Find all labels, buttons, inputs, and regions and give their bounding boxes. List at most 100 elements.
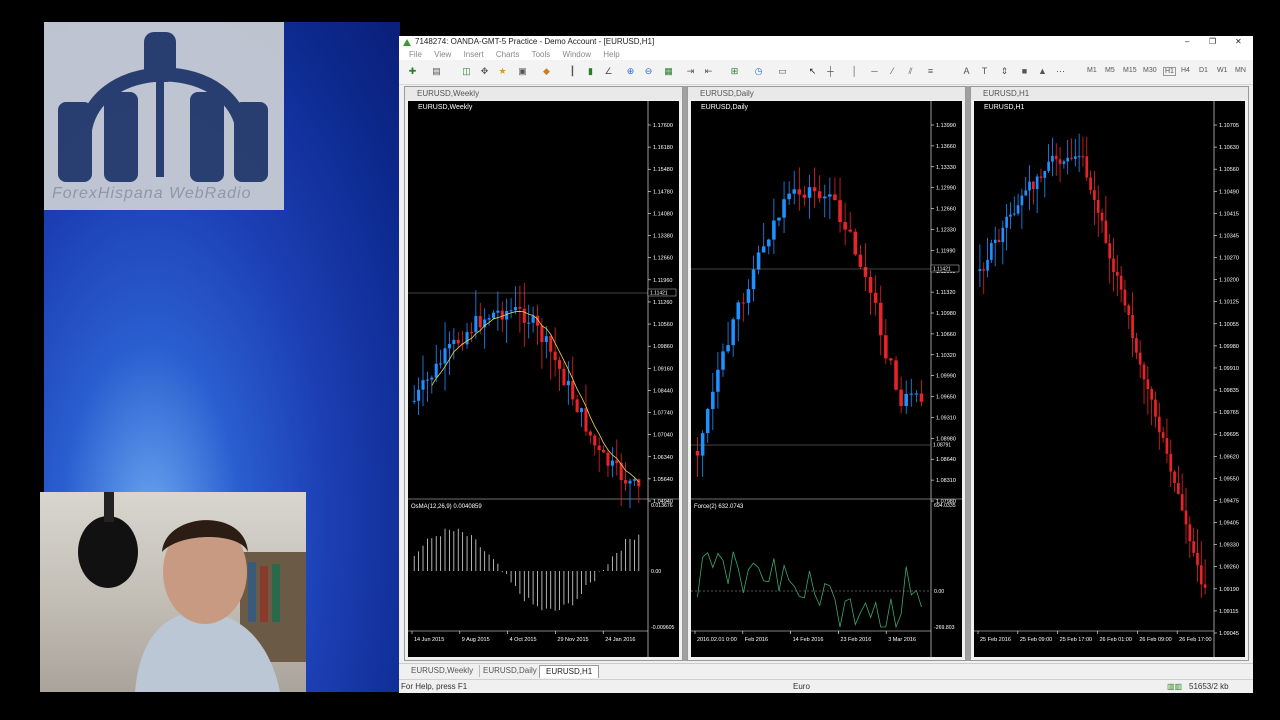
- close-icon[interactable]: ✕: [1235, 37, 1242, 46]
- chart-canvas-weekly[interactable]: EURUSD,Weekly 1.17600 1.16180 1.15480 1.1478…: [408, 101, 679, 657]
- candle-body: [474, 316, 478, 333]
- minimize-icon[interactable]: ‒: [1185, 37, 1189, 46]
- menu-charts[interactable]: Charts: [496, 50, 520, 59]
- timeframe-mn[interactable]: MN: [1235, 67, 1246, 74]
- new-chart-icon[interactable]: ✚: [407, 66, 418, 77]
- headphones-logo: [44, 22, 284, 210]
- candle-body: [848, 229, 852, 232]
- candle-body: [1199, 565, 1203, 585]
- chart-window-daily[interactable]: EURUSD,Daily EURUSD,Daily 1.13990 1.13660 1…: [687, 86, 966, 661]
- candle-body: [982, 269, 986, 271]
- tab-eurusd-weekly[interactable]: EURUSD,Weekly: [405, 665, 481, 677]
- timeframe-m15[interactable]: M15: [1123, 67, 1137, 74]
- tile-windows-icon[interactable]: ▦: [663, 66, 674, 77]
- menu-window[interactable]: Window: [563, 50, 591, 59]
- crosshair-icon[interactable]: ┼: [825, 66, 836, 77]
- channel-icon[interactable]: ⫽: [905, 66, 916, 77]
- candle-body: [1180, 494, 1184, 511]
- timeframe-m5[interactable]: M5: [1105, 67, 1115, 74]
- menu-tools[interactable]: Tools: [532, 50, 551, 59]
- price-tick-label: 1.12660: [936, 207, 956, 213]
- menu-file[interactable]: File: [409, 50, 422, 59]
- vertical-line-icon[interactable]: │: [849, 66, 860, 77]
- price-tick-label: 1.09330: [1219, 543, 1239, 549]
- chart-canvas-daily[interactable]: EURUSD,Daily 1.13990 1.13660 1.13330 1.12990…: [691, 101, 962, 657]
- price-tick-label: 1.09765: [1219, 410, 1239, 416]
- timeframe-d1[interactable]: D1: [1199, 67, 1208, 74]
- bar-chart-icon[interactable]: ┃: [567, 66, 578, 77]
- candle-body: [1123, 289, 1127, 306]
- candle-body: [1062, 161, 1066, 164]
- arrows-icon[interactable]: ⇕: [999, 66, 1010, 77]
- shapes-icon[interactable]: ⋯: [1055, 66, 1066, 77]
- candle-body: [797, 189, 802, 195]
- terminal-icon[interactable]: ▣: [517, 66, 528, 77]
- price-tick-label: 1.13380: [653, 234, 673, 240]
- fibonacci-icon[interactable]: ≡: [925, 66, 936, 77]
- trendline-icon[interactable]: ⁄: [887, 66, 898, 77]
- zoom-in-icon[interactable]: ⊕: [625, 66, 636, 77]
- price-tick-label: 1.09910: [1219, 366, 1239, 372]
- timeframe-m30[interactable]: M30: [1143, 67, 1157, 74]
- candle-body: [544, 336, 548, 342]
- market-watch-icon[interactable]: ◫: [461, 66, 472, 77]
- timeframe-w1[interactable]: W1: [1217, 67, 1228, 74]
- price-tick-label: 1.10125: [1219, 300, 1239, 306]
- chart-window-title: EURUSD,Weekly: [405, 87, 682, 100]
- data-window-icon[interactable]: ✥: [479, 66, 490, 77]
- autoscroll-icon[interactable]: ⇥: [685, 66, 696, 77]
- chart-shift-icon[interactable]: ⇤: [703, 66, 714, 77]
- candle-body: [873, 292, 878, 303]
- candle-body: [1012, 213, 1016, 215]
- force-index-line: [697, 551, 922, 629]
- candle-body: [1146, 379, 1150, 390]
- timeframe-m1[interactable]: M1: [1087, 67, 1097, 74]
- indicators-icon[interactable]: ⊞: [729, 66, 740, 77]
- time-tick-label: 26 Feb 01:00: [1100, 637, 1132, 643]
- timeframe-h4[interactable]: H4: [1181, 67, 1190, 74]
- menu-insert[interactable]: Insert: [464, 50, 484, 59]
- candle-body: [1028, 181, 1031, 191]
- timeframe-h1[interactable]: H1: [1163, 67, 1176, 76]
- indicator-level-label: 694.0335: [934, 503, 956, 509]
- text-icon[interactable]: A: [961, 66, 972, 77]
- horizontal-line-icon[interactable]: ─: [869, 66, 880, 77]
- menu-view[interactable]: View: [434, 50, 451, 59]
- candle-body: [858, 254, 863, 267]
- tab-eurusd-daily[interactable]: EURUSD,Daily: [477, 665, 544, 677]
- rectangle-icon[interactable]: ■: [1019, 66, 1030, 77]
- candle-body: [1135, 338, 1138, 353]
- candle-body: [1085, 156, 1089, 178]
- candlestick-icon[interactable]: ▮: [585, 66, 596, 77]
- candle-body: [1157, 416, 1161, 433]
- autotrading-icon[interactable]: ◆: [541, 66, 552, 77]
- price-tick-label: 1.09045: [1219, 631, 1239, 637]
- chart-canvas-h1[interactable]: EURUSD,H1 1.10705 1.10630 1.10560 1.10490 1.1…: [974, 101, 1245, 657]
- candle-body: [1096, 199, 1100, 213]
- profiles-icon[interactable]: ▤: [431, 66, 442, 77]
- time-tick-label: 26 Feb 17:00: [1179, 637, 1211, 643]
- line-chart-icon[interactable]: ∠: [603, 66, 614, 77]
- candle-body: [731, 319, 735, 346]
- candle-body: [838, 200, 842, 223]
- triangle-icon[interactable]: ▲: [1037, 66, 1048, 77]
- tab-eurusd-h1[interactable]: EURUSD,H1: [539, 665, 600, 678]
- price-tick-label: 1.05640: [653, 477, 673, 483]
- price-tick-label: 1.10200: [1219, 278, 1239, 284]
- periods-icon[interactable]: ◷: [753, 66, 764, 77]
- candle-body: [792, 189, 797, 194]
- navigator-icon[interactable]: ★: [497, 66, 508, 77]
- candle-body: [853, 231, 858, 255]
- candle-body: [425, 379, 429, 381]
- connection-icon: ▥▥: [1167, 682, 1183, 691]
- candle-body: [615, 460, 619, 463]
- chart-window-h1[interactable]: EURUSD,H1 EURUSD,H1 1.10705 1.10630 1.10560…: [970, 86, 1249, 661]
- cursor-icon[interactable]: ↖: [807, 66, 818, 77]
- candle-body: [580, 408, 584, 412]
- chart-window-weekly[interactable]: EURUSD,Weekly EURUSD,Weekly 1.17600 1.1618…: [404, 86, 683, 661]
- maximize-icon[interactable]: ❐: [1209, 37, 1216, 46]
- templates-icon[interactable]: ▭: [777, 66, 788, 77]
- text-label-icon[interactable]: T: [979, 66, 990, 77]
- menu-help[interactable]: Help: [603, 50, 619, 59]
- zoom-out-icon[interactable]: ⊖: [643, 66, 654, 77]
